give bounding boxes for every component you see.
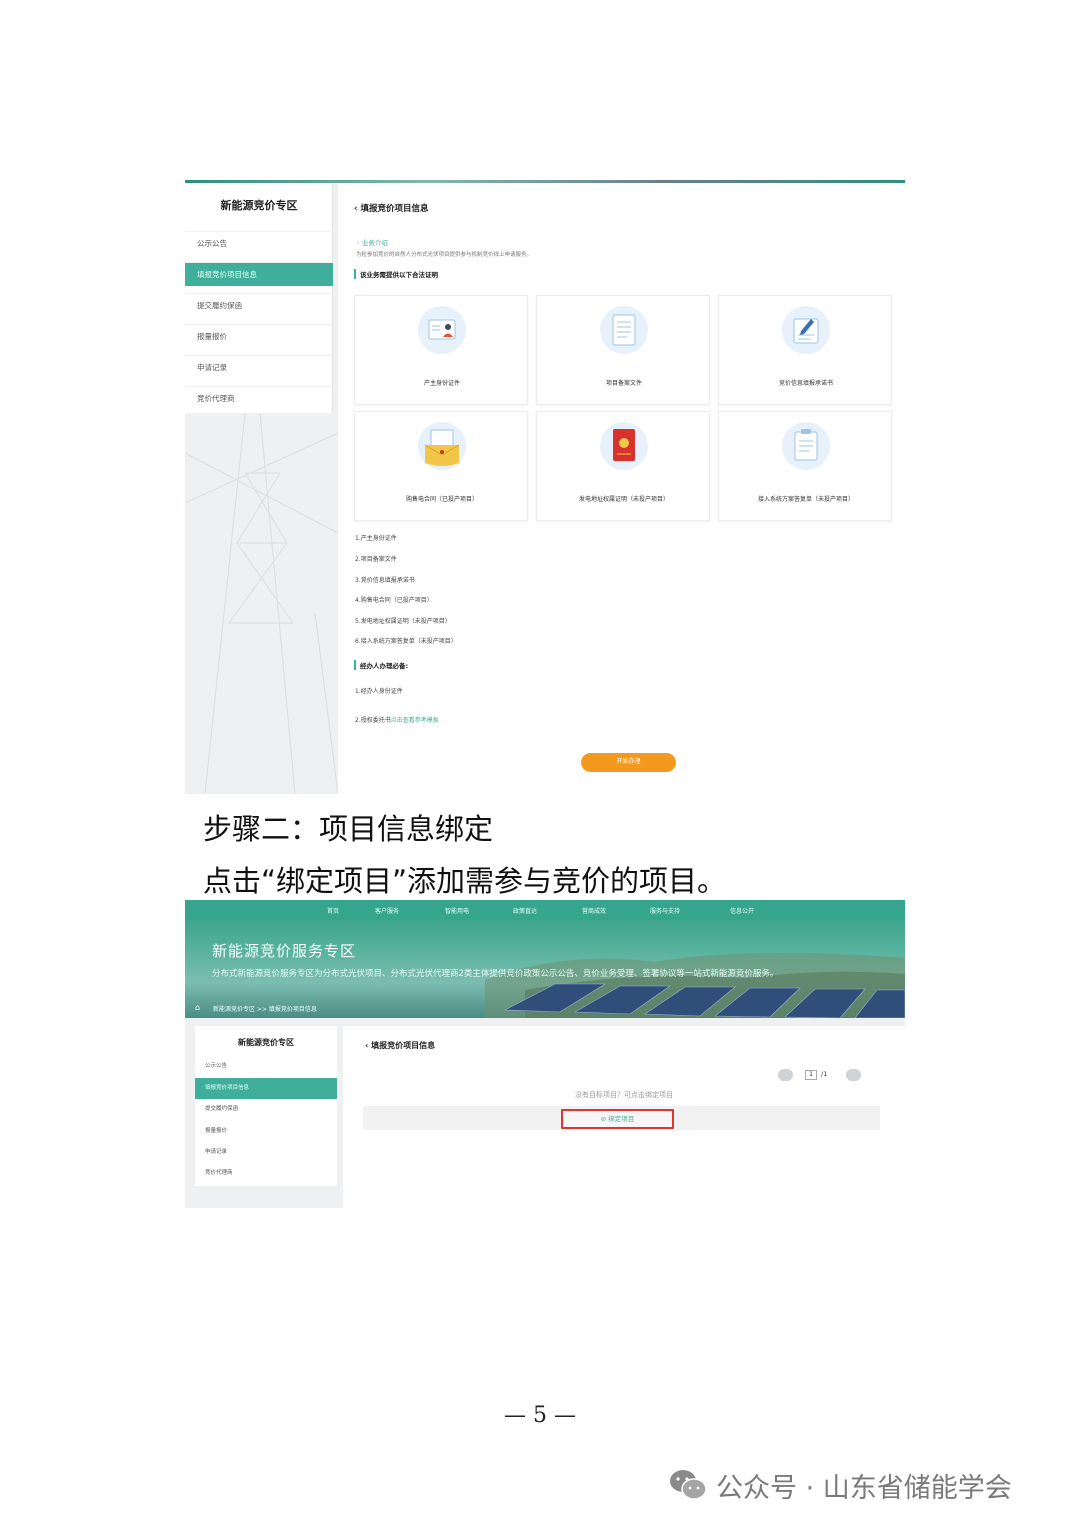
doc-card-label: 产主身份证件 bbox=[423, 380, 460, 387]
hero-banner: 首页 客户服务 智能用电 政策直达 营商成效 服务与支持 信息公开 新能源竞价服… bbox=[185, 900, 905, 1018]
id-card-icon bbox=[418, 306, 466, 354]
doc-card[interactable]: 接入系统方案答复单（未投产项目） bbox=[718, 411, 892, 521]
envelope-contract-icon bbox=[418, 422, 466, 470]
screenshot-bind-project: 首页 客户服务 智能用电 政策直达 营商成效 服务与支持 信息公开 新能源竞价服… bbox=[185, 900, 905, 1208]
page-title-text: 填报竞价项目信息 bbox=[371, 1041, 436, 1050]
sidebar-item-announcements[interactable]: 公示公告 bbox=[195, 1056, 337, 1077]
sidebar-item-fill-project-info[interactable]: 填报竞价项目信息 bbox=[195, 1078, 337, 1099]
agent-requirements-title: 经办人办理必备: bbox=[354, 660, 408, 670]
list-item: 3.竞价信息填报承诺书 bbox=[355, 577, 415, 584]
document-icon bbox=[600, 306, 648, 354]
required-docs-title: 该业务需提供以下合法证明 bbox=[354, 269, 438, 279]
list-item: 4.购售电合同（已投产项目） bbox=[355, 597, 433, 604]
doc-card[interactable]: 产主身份证件 bbox=[354, 295, 528, 405]
home-icon[interactable]: ⌂ bbox=[195, 1003, 200, 1012]
start-button[interactable]: 开始办理 bbox=[581, 753, 676, 772]
page-title: ‹ 填报竞价项目信息 bbox=[354, 202, 429, 214]
top-nav: 首页 客户服务 智能用电 政策直达 营商成效 服务与支持 信息公开 bbox=[185, 900, 905, 920]
screenshot-fill-project-info: 新能源竞价专区 公示公告 填报竞价项目信息 提交履约保函 报量报价 申请记录 竞… bbox=[185, 180, 905, 794]
nav-item-business[interactable]: 营商成效 bbox=[582, 906, 606, 915]
list-item: 5.发电地址权属证明（未投产项目） bbox=[355, 618, 451, 625]
wechat-icon bbox=[670, 1470, 707, 1500]
nav-item-support[interactable]: 服务与支持 bbox=[650, 906, 680, 915]
sidebar-title: 新能源竞价专区 bbox=[238, 1038, 294, 1047]
list-item: 6.接入系统方案答复单（未投产项目） bbox=[355, 638, 457, 645]
agent-item-id: 1.经办人身份证件 bbox=[355, 688, 403, 695]
sidebar-item-performance-guarantee[interactable]: 提交履约保函 bbox=[185, 293, 333, 317]
watermark-text: 公众号 · 山东省储能学会 bbox=[716, 1472, 1012, 1504]
doc-card-label: 购售电合同（已投产项目） bbox=[405, 496, 478, 503]
empty-state-text: 没有目标项目？可点击绑定项目 bbox=[575, 1091, 673, 1099]
nav-item-home[interactable]: 首页 bbox=[327, 906, 339, 915]
doc-card[interactable]: 购售电合同（已投产项目） bbox=[354, 411, 528, 521]
banner-subtitle: 分布式新能源竞价服务专区为分布式光伏项目、分布式光伏代理商2类主体提供竞价政策公… bbox=[212, 969, 779, 979]
banner-title: 新能源竞价服务专区 bbox=[212, 942, 357, 960]
business-intro-label: ◦ 业务介绍 bbox=[356, 239, 388, 247]
sidebar: 新能源竞价专区 公示公告 填报竞价项目信息 提交履约保函 报量报价 申请记录 竞… bbox=[195, 1026, 337, 1186]
sidebar-item-fill-project-info[interactable]: 填报竞价项目信息 bbox=[185, 262, 333, 286]
clipboard-icon bbox=[782, 422, 830, 470]
sidebar-item-agents[interactable]: 竞价代理商 bbox=[195, 1163, 337, 1184]
sidebar-item-quote[interactable]: 报量报价 bbox=[195, 1121, 337, 1142]
agent-item-authorization-text: 2.授权委托书 bbox=[355, 717, 391, 724]
nav-item-disclosure[interactable]: 信息公开 bbox=[730, 906, 754, 915]
page-number: — 5 — bbox=[504, 1403, 576, 1428]
bind-project-button[interactable]: ⊘ 绑定项目 bbox=[561, 1109, 674, 1129]
doc-card[interactable]: 竞价信息填报承诺书 bbox=[718, 295, 892, 405]
nav-item-smart-power[interactable]: 智能用电 bbox=[445, 906, 469, 915]
property-certificate-icon bbox=[600, 422, 648, 470]
list-item: 2.项目备案文件 bbox=[355, 556, 397, 563]
breadcrumb: 新能源竞价专区 >> 填报竞价项目信息 bbox=[213, 1006, 317, 1013]
sidebar-item-quote[interactable]: 报量报价 bbox=[185, 324, 333, 348]
doc-card[interactable]: 发电地址权属证明（未投产项目） bbox=[536, 411, 710, 521]
back-chevron-icon[interactable]: ‹ bbox=[365, 1041, 368, 1050]
doc-card-label: 项目备案文件 bbox=[605, 380, 642, 387]
sidebar-item-announcements[interactable]: 公示公告 bbox=[185, 231, 333, 255]
bind-project-label: 绑定项目 bbox=[608, 1115, 635, 1123]
main-content: ‹ 填报竞价项目信息 ◦ 业务介绍 为粒参加竞价的自然人分布式光伏项目提供参与机… bbox=[338, 183, 905, 794]
pledge-edit-icon bbox=[782, 306, 830, 354]
back-chevron-icon[interactable]: ‹ bbox=[354, 204, 358, 214]
doc-card-label: 发电地址权属证明（未投产项目） bbox=[578, 496, 669, 503]
page-number-input[interactable]: 1 bbox=[805, 1070, 817, 1080]
page-title-text: 填报竞价项目信息 bbox=[360, 204, 429, 214]
agent-item-authorization: 2.授权委托书点击查看参考模板 bbox=[355, 715, 439, 724]
sidebar-item-performance-guarantee[interactable]: 提交履约保函 bbox=[195, 1099, 337, 1120]
sidebar: 新能源竞价专区 公示公告 填报竞价项目信息 提交履约保函 报量报价 申请记录 竞… bbox=[185, 183, 338, 794]
business-intro-text: 为粒参加竞价的自然人分布式光伏项目提供参与机制竞价线上申请服务。 bbox=[356, 252, 533, 258]
page-title: ‹ 填报竞价项目信息 bbox=[365, 1040, 435, 1051]
prev-page-button[interactable] bbox=[778, 1069, 793, 1081]
sidebar-item-records[interactable]: 申请记录 bbox=[185, 355, 333, 379]
main-content: ‹ 填报竞价项目信息 1 /1 没有目标项目？可点击绑定项目 ⊘ 绑定项目 bbox=[343, 1026, 905, 1208]
watermark: 公众号 · 山东省储能学会 bbox=[668, 1467, 1012, 1504]
step-title: 步骤二：项目信息绑定 bbox=[203, 812, 494, 846]
power-tower-background-image bbox=[185, 413, 338, 794]
nav-item-customer-service[interactable]: 客户服务 bbox=[375, 906, 399, 915]
page-total: /1 bbox=[821, 1070, 828, 1078]
doc-card-label: 接入系统方案答复单（未投产项目） bbox=[757, 496, 854, 503]
doc-card[interactable]: 项目备案文件 bbox=[536, 295, 710, 405]
sidebar-item-agents[interactable]: 竞价代理商 bbox=[185, 386, 333, 410]
nav-item-policy[interactable]: 政策直达 bbox=[513, 906, 537, 915]
sidebar-title: 新能源竞价专区 bbox=[220, 199, 298, 212]
sidebar-item-records[interactable]: 申请记录 bbox=[195, 1142, 337, 1163]
doc-card-label: 竞价信息填报承诺书 bbox=[778, 380, 833, 387]
list-item: 1.产主身份证件 bbox=[355, 535, 397, 542]
required-docs-cards: 产主身份证件 项目备案文件 竞价信息填报承诺书 购售电合同（已投产项目） 发电地… bbox=[354, 295, 892, 523]
sidebar-menu: 新能源竞价专区 公示公告 填报竞价项目信息 提交履约保函 报量报价 申请记录 竞… bbox=[185, 183, 333, 413]
step-description: 点击“绑定项目”添加需参与竞价的项目。 bbox=[203, 864, 727, 898]
template-link[interactable]: 点击查看参考模板 bbox=[391, 717, 439, 724]
next-page-button[interactable] bbox=[846, 1069, 861, 1081]
